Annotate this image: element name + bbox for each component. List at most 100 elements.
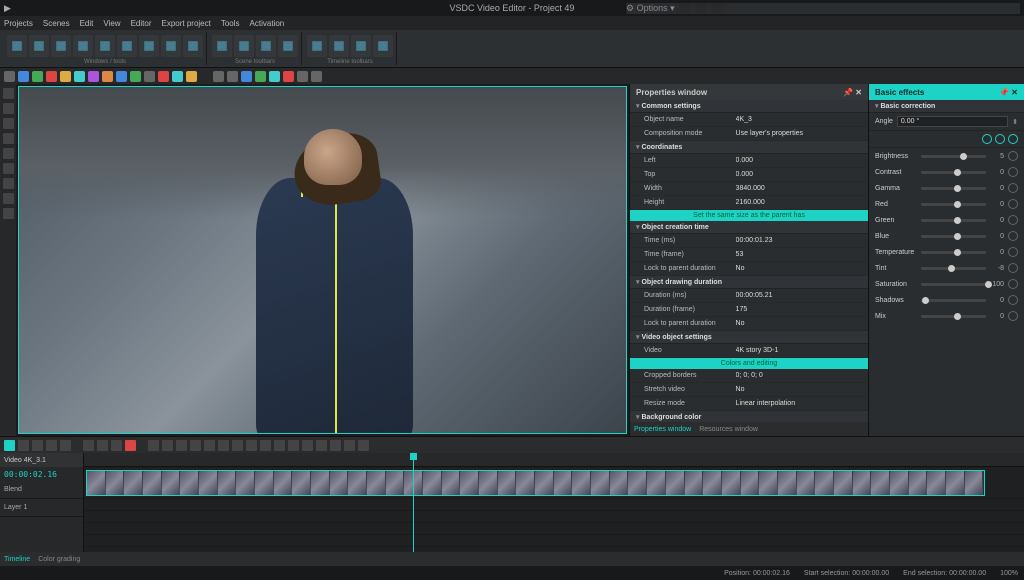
zoom-in-button[interactable]: [83, 440, 94, 451]
prop-row[interactable]: Composition modeUse layer's properties: [630, 127, 868, 141]
slider-thumb[interactable]: [954, 249, 961, 256]
prop-value[interactable]: 175: [736, 304, 862, 315]
reset-icon[interactable]: [1008, 311, 1018, 321]
track-button[interactable]: [274, 440, 285, 451]
slider-thumb[interactable]: [922, 297, 929, 304]
ribbon-templates[interactable]: [161, 35, 181, 57]
tool-icon[interactable]: [172, 71, 183, 82]
reset-icon[interactable]: [1008, 167, 1018, 177]
prop-row[interactable]: Video4K story 3D-1: [630, 344, 868, 358]
tool-icon[interactable]: [213, 71, 224, 82]
rotate-right-icon[interactable]: [995, 134, 1005, 144]
slider-track[interactable]: [921, 267, 986, 270]
prop-value[interactable]: 0.000: [736, 155, 862, 166]
minimize-button[interactable]: [679, 3, 691, 13]
options-link[interactable]: ⚙ Options ▾: [626, 3, 675, 14]
prop-row[interactable]: Top0.000: [630, 168, 868, 182]
ribbon-basic-effects[interactable]: [117, 35, 137, 57]
slider-thumb[interactable]: [954, 233, 961, 240]
menu-export-project[interactable]: Export project: [162, 19, 211, 28]
volume-button[interactable]: [316, 440, 327, 451]
ribbon-playback-tools[interactable]: [329, 35, 349, 57]
flip-icon[interactable]: [1008, 134, 1018, 144]
slider-thumb[interactable]: [960, 153, 967, 160]
menu-activation[interactable]: Activation: [250, 19, 285, 28]
crop-tool[interactable]: [3, 148, 14, 159]
cursor-tool[interactable]: [3, 88, 14, 99]
menu-scenes[interactable]: Scenes: [43, 19, 70, 28]
slider-track[interactable]: [921, 235, 986, 238]
prop-row[interactable]: Resize modeLinear interpolation: [630, 397, 868, 411]
tool-icon[interactable]: [18, 71, 29, 82]
prop-section[interactable]: Coordinates: [630, 141, 868, 154]
prop-value[interactable]: No: [736, 384, 862, 395]
tab-color-grading[interactable]: Color grading: [38, 556, 80, 563]
prop-value[interactable]: No: [736, 318, 862, 329]
slider-thumb[interactable]: [954, 313, 961, 320]
tool-icon[interactable]: [311, 71, 322, 82]
tool-icon[interactable]: [283, 71, 294, 82]
tool-icon[interactable]: [60, 71, 71, 82]
slider-track[interactable]: [921, 171, 986, 174]
tool-icon[interactable]: [46, 71, 57, 82]
prop-section[interactable]: Video object settings: [630, 331, 868, 344]
menu-projects[interactable]: Projects: [4, 19, 33, 28]
reset-icon[interactable]: [1008, 279, 1018, 289]
prop-banner-button[interactable]: Colors and editing: [630, 358, 868, 369]
ribbon-objects-editing-tools[interactable]: [212, 35, 232, 57]
delete-button[interactable]: [176, 440, 187, 451]
panel-pin-icon[interactable]: 📌 ✕: [999, 88, 1018, 97]
ripple-button[interactable]: [260, 440, 271, 451]
mute-button[interactable]: [330, 440, 341, 451]
slider-track[interactable]: [921, 299, 986, 302]
playhead[interactable]: [413, 453, 414, 552]
tool-icon[interactable]: [241, 71, 252, 82]
prop-row[interactable]: Object name4K_3: [630, 113, 868, 127]
prop-row[interactable]: Stretch videoNo: [630, 383, 868, 397]
tab-properties[interactable]: Properties window: [634, 426, 691, 433]
reset-icon[interactable]: [1008, 199, 1018, 209]
slider-track[interactable]: [921, 315, 986, 318]
reset-icon[interactable]: [1008, 263, 1018, 273]
zoom-tool[interactable]: [3, 163, 14, 174]
prop-value[interactable]: 53: [736, 249, 862, 260]
ribbon-resources[interactable]: [73, 35, 93, 57]
tool-icon[interactable]: [74, 71, 85, 82]
slider-thumb[interactable]: [954, 169, 961, 176]
loop-button[interactable]: [60, 440, 71, 451]
zoom-out-button[interactable]: [97, 440, 108, 451]
reset-icon[interactable]: [1008, 231, 1018, 241]
text-tool[interactable]: [3, 118, 14, 129]
tool-icon[interactable]: [144, 71, 155, 82]
snap-button[interactable]: [246, 440, 257, 451]
mask-tool[interactable]: [3, 208, 14, 219]
prop-row[interactable]: Left0.000: [630, 154, 868, 168]
ribbon-properties[interactable]: [51, 35, 71, 57]
prop-value[interactable]: 4K story 3D-1: [736, 345, 862, 356]
prop-value[interactable]: No: [736, 263, 862, 274]
tool-icon[interactable]: [102, 71, 113, 82]
tool-icon[interactable]: [130, 71, 141, 82]
track-label-layer1[interactable]: Layer 1: [0, 499, 83, 517]
tool-icon[interactable]: [116, 71, 127, 82]
panel-pin-icon[interactable]: 📌 ✕: [843, 88, 862, 97]
slider-track[interactable]: [921, 219, 986, 222]
slider-track[interactable]: [921, 203, 986, 206]
prop-row[interactable]: Lock to parent durationNo: [630, 317, 868, 331]
prop-banner-button[interactable]: Set the same size as the parent has: [630, 210, 868, 221]
tool-icon[interactable]: [4, 71, 15, 82]
reset-icon[interactable]: [1008, 215, 1018, 225]
prop-row[interactable]: Width3840.000: [630, 182, 868, 196]
prop-value[interactable]: 2160.000: [736, 197, 862, 208]
ribbon-timeline[interactable]: [95, 35, 115, 57]
tool-icon[interactable]: [88, 71, 99, 82]
tab-timeline[interactable]: Timeline: [4, 556, 30, 563]
prop-value[interactable]: 00:00:01.23: [736, 235, 862, 246]
prop-row[interactable]: Height2160.000: [630, 196, 868, 210]
rotate-left-icon[interactable]: [982, 134, 992, 144]
prop-row[interactable]: Cropped borders0; 0; 0; 0: [630, 369, 868, 383]
prop-row[interactable]: Time (ms)00:00:01.23: [630, 234, 868, 248]
marker-button[interactable]: [232, 440, 243, 451]
prop-row[interactable]: Lock to parent durationNo: [630, 262, 868, 276]
tool-icon[interactable]: [186, 71, 197, 82]
